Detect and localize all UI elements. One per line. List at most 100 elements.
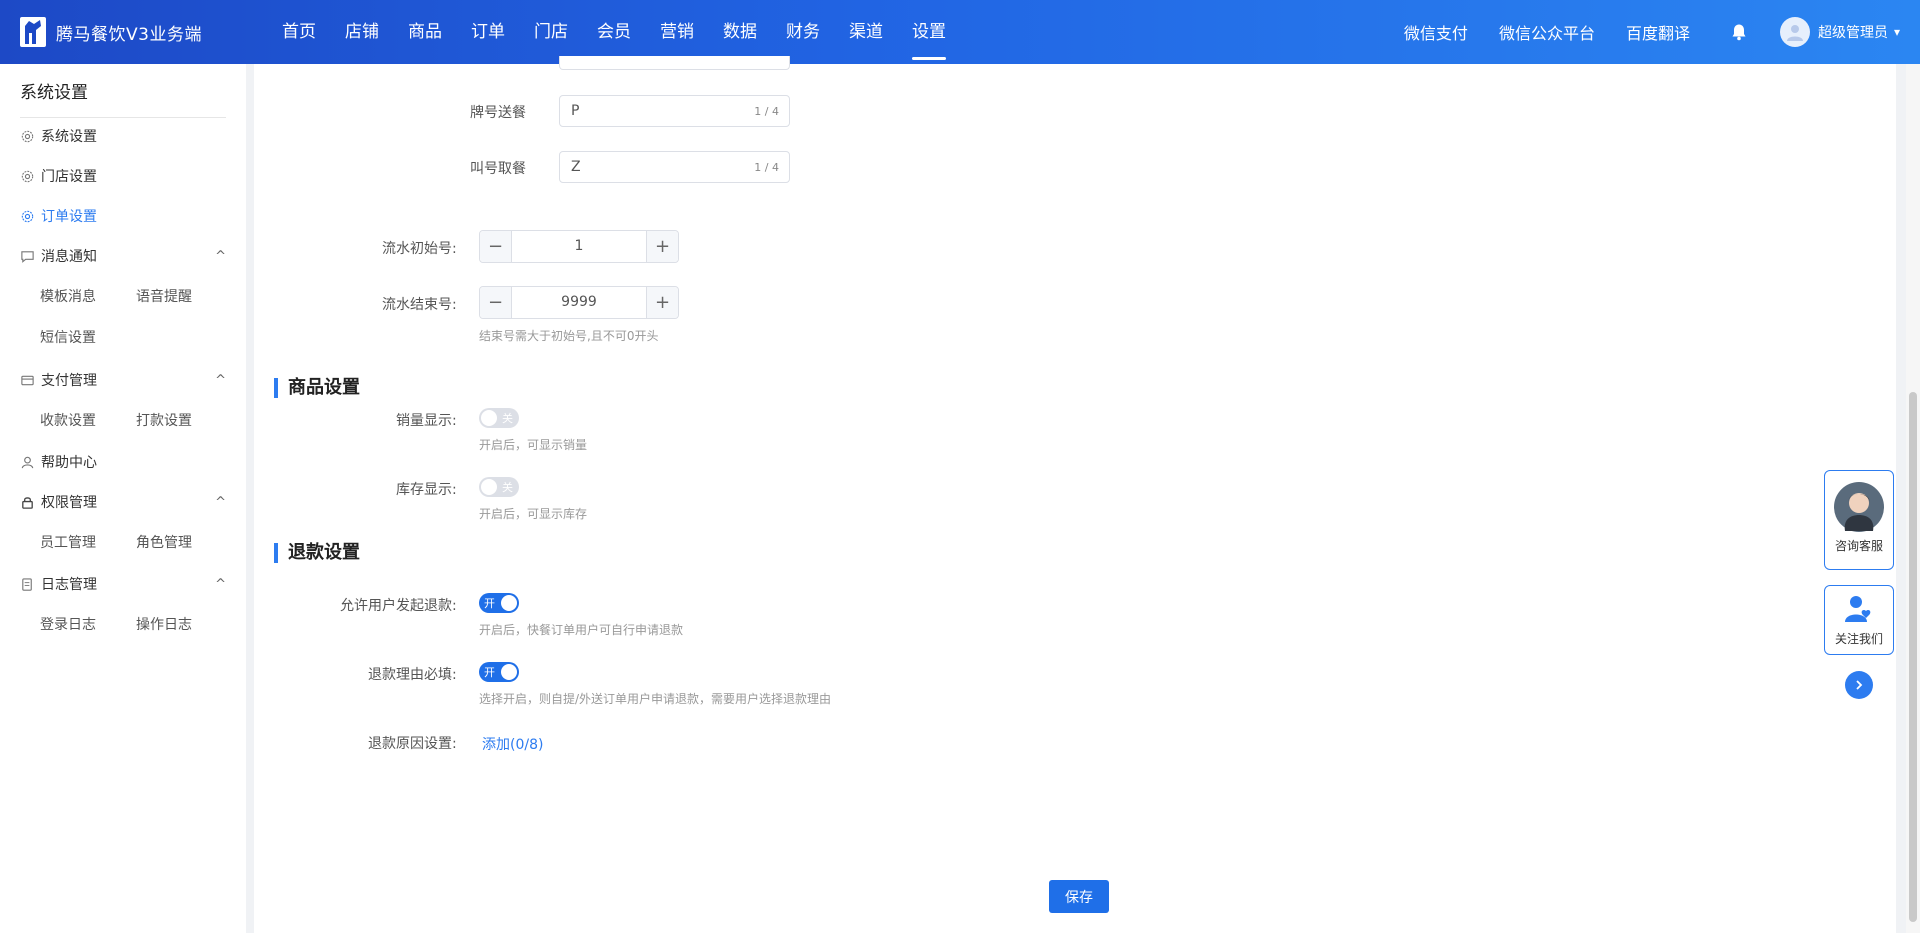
sidebar-sub-template-msg[interactable]: 模板消息 [40,286,96,306]
sidebar-item-label: 支付管理 [41,373,97,389]
plate-value: P [571,103,580,119]
nav-channel[interactable]: 渠道 [849,0,883,64]
sidebar-item-label: 订单设置 [41,209,97,225]
sidebar-item-label: 帮助中心 [41,455,97,471]
nav-finance[interactable]: 财务 [786,0,820,64]
document-icon [22,577,32,591]
increment-button[interactable]: + [646,231,678,262]
sidebar: 系统设置 系统设置 门店设置 订单设置 消息通知 ^ 模板消息 语音提醒 短信设… [0,64,246,933]
sales-label: 销量显示: [396,413,457,429]
sales-switch[interactable]: 关 [479,408,519,428]
bell-icon[interactable] [1730,23,1748,41]
follow-us-card[interactable]: 关注我们 [1824,585,1894,655]
reason-required-switch[interactable]: 开 [479,662,519,682]
chevron-down-icon: ▾ [1893,25,1900,39]
chevron-right-icon[interactable] [1845,671,1873,699]
follow-label: 关注我们 [1834,632,1883,646]
switch-knob [501,595,517,611]
sidebar-item-help[interactable]: 帮助中心 [20,452,97,472]
serial-end-stepper[interactable]: − 9999 + [479,286,679,319]
user-icon [21,456,34,468]
sidebar-item-log[interactable]: 日志管理 ^ [20,574,226,594]
call-label: 叫号取餐 [470,161,526,177]
chevron-up-icon: ^ [215,248,226,264]
save-button[interactable]: 保存 [1049,880,1109,913]
refund-section-title: 退款设置 [274,543,360,563]
nav-order[interactable]: 订单 [471,0,505,64]
allow-refund-switch[interactable]: 开 [479,593,519,613]
sales-hint: 开启后，可显示销量 [479,438,588,452]
sidebar-item-permission[interactable]: 权限管理 ^ [20,492,226,512]
call-value: Z [571,159,581,175]
serial-end-label: 流水结束号: [382,297,457,313]
call-input[interactable]: Z 1 / 4 [559,151,790,183]
decrement-button[interactable]: − [480,231,512,262]
sidebar-sub-login-log[interactable]: 登录日志 [40,614,96,634]
consult-label: 咨询客服 [1834,539,1883,553]
nav-marketing[interactable]: 营销 [660,0,694,64]
user-name: 超级管理员 [1817,25,1888,41]
sidebar-item-system[interactable]: 系统设置 [20,126,97,146]
link-wechat-pay[interactable]: 微信支付 [1404,20,1468,44]
serial-start-value[interactable]: 1 [512,231,646,262]
main-content [254,64,1896,933]
sidebar-title: 系统设置 [20,78,226,118]
serial-start-stepper[interactable]: − 1 + [479,230,679,263]
switch-knob [481,479,497,495]
sidebar-sub-sms[interactable]: 短信设置 [40,327,96,347]
switch-knob [501,664,517,680]
link-baidu-translate[interactable]: 百度翻译 [1626,20,1690,44]
service-avatar-icon [1834,482,1884,532]
nav-data[interactable]: 数据 [723,0,757,64]
sidebar-sub-voice[interactable]: 语音提醒 [136,286,192,306]
nav-home[interactable]: 首页 [282,0,316,64]
sidebar-item-order[interactable]: 订单设置 [20,206,97,226]
gear-icon [21,170,34,182]
stock-label: 库存显示: [396,482,457,498]
allow-refund-label: 允许用户发起退款: [340,598,457,614]
arrow-right-glyph [1856,680,1863,690]
sidebar-item-label: 系统设置 [41,129,97,145]
switch-text: 关 [502,412,513,425]
nav-shop[interactable]: 店铺 [345,0,379,64]
sidebar-item-store[interactable]: 门店设置 [20,166,97,186]
user-avatar-icon [1786,25,1803,41]
nav-member[interactable]: 会员 [597,0,631,64]
plate-input[interactable]: P 1 / 4 [559,95,790,127]
allow-refund-hint: 开启后，快餐订单用户可自行申请退款 [479,623,684,637]
sidebar-item-label: 消息通知 [41,249,97,265]
sidebar-sub-collect[interactable]: 收款设置 [40,410,96,430]
sidebar-item-label: 门店设置 [41,169,97,185]
add-reason-link[interactable]: 添加(0/8) [482,734,543,754]
nav-goods[interactable]: 商品 [408,0,442,64]
sidebar-item-message[interactable]: 消息通知 ^ [20,246,226,266]
increment-button[interactable]: + [646,287,678,318]
link-wechat-mp[interactable]: 微信公众平台 [1499,20,1595,44]
brand[interactable]: 腾马餐饮V3业务端 [0,17,282,47]
chevron-up-icon: ^ [215,494,226,510]
decrement-button[interactable]: − [480,287,512,318]
stock-hint: 开启后，可显示库存 [479,507,588,521]
follow-user-icon [1845,596,1871,622]
scrollbar-thumb[interactable] [1909,392,1917,922]
call-count: 1 / 4 [754,160,779,174]
serial-end-value[interactable]: 9999 [512,287,646,318]
gear-icon [21,130,34,142]
sidebar-sub-staff[interactable]: 员工管理 [40,532,96,552]
sidebar-sub-role[interactable]: 角色管理 [136,532,192,552]
sidebar-sub-payout[interactable]: 打款设置 [136,410,192,430]
stock-switch[interactable]: 关 [479,477,519,497]
brand-title: 腾马餐饮V3业务端 [56,24,202,45]
nav-store[interactable]: 门店 [534,0,568,64]
consult-service-card[interactable]: 咨询客服 [1824,470,1894,570]
serial-start-label: 流水初始号: [382,241,457,257]
sidebar-item-payment[interactable]: 支付管理 ^ [20,370,226,390]
plate-label: 牌号送餐 [470,105,526,121]
cut-off-input[interactable] [559,56,790,70]
message-icon [21,250,34,263]
sidebar-sub-op-log[interactable]: 操作日志 [136,614,192,634]
nav-settings[interactable]: 设置 [912,0,946,64]
user-menu[interactable]: 超级管理员 ▾ [1779,17,1900,47]
goods-section-title: 商品设置 [274,378,360,398]
chevron-up-icon: ^ [215,372,226,388]
